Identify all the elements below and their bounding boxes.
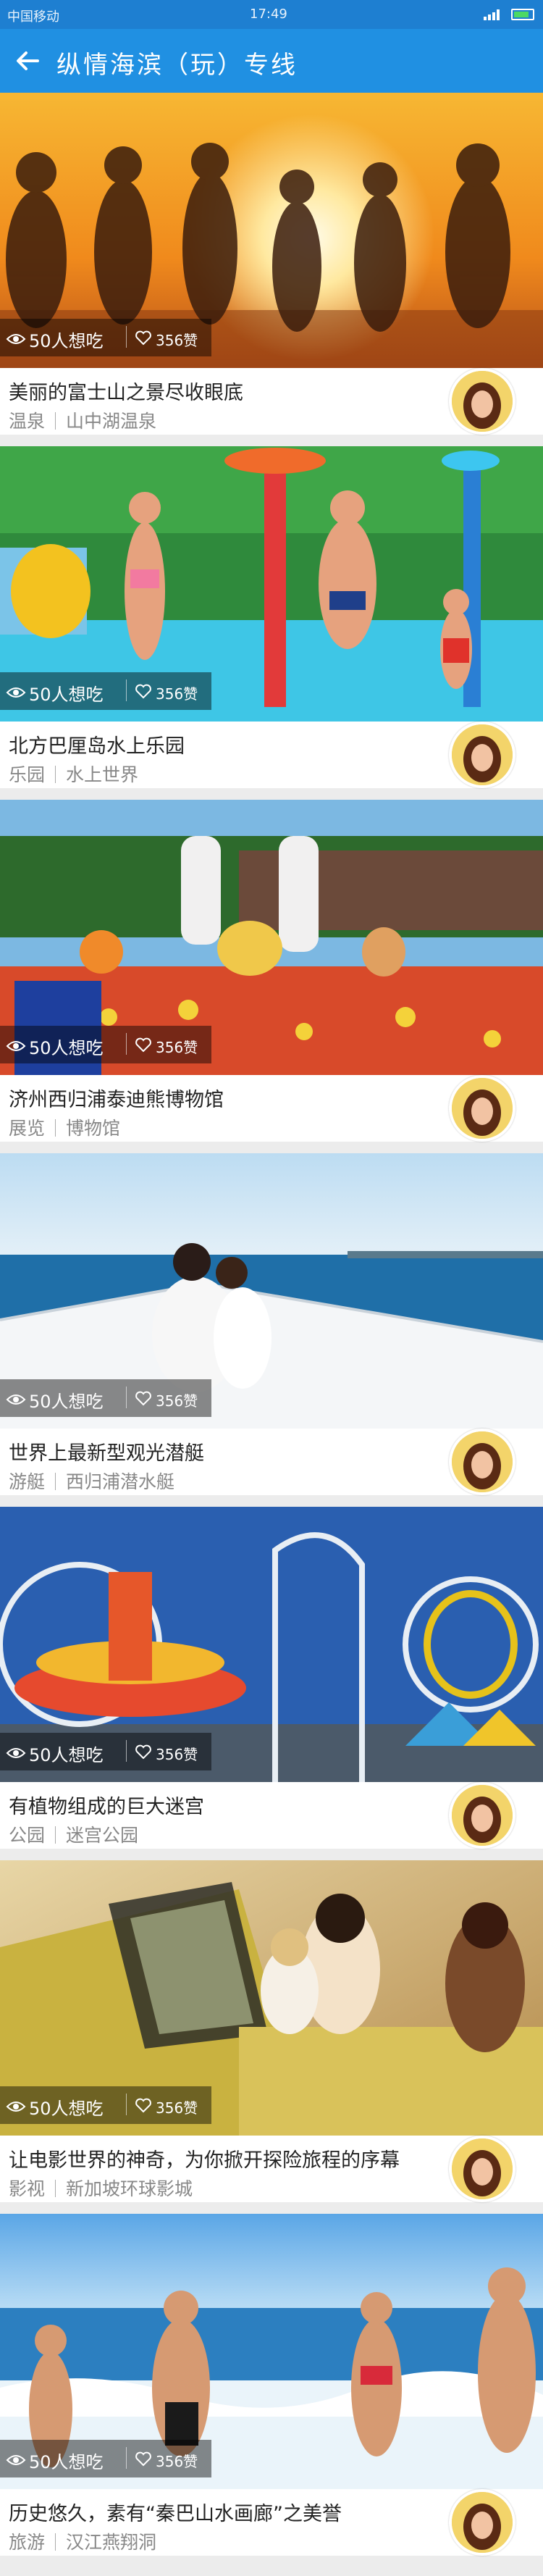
category-label: 温泉 (9, 411, 46, 432)
heart-icon[interactable] (135, 2451, 152, 2467)
card-stats: 50人想吃 356赞 (0, 1026, 211, 1063)
avatar[interactable] (449, 2136, 515, 2202)
list-item[interactable]: 50人想吃 356赞 北方巴厘岛水上乐园 乐园 水上世界 (0, 446, 543, 788)
card-title: 历史悠久，素有“秦巴山水画廊”之美誉 (9, 2503, 342, 2525)
like-count: 356赞 (156, 2099, 198, 2117)
eye-icon (6, 2451, 26, 2466)
like-count: 356赞 (156, 2453, 198, 2470)
eye-icon (6, 1744, 26, 1759)
avatar[interactable] (449, 1429, 515, 1495)
card-title: 济州西归浦泰迪熊博物馆 (9, 1089, 224, 1111)
card-title: 世界上最新型观光潜艇 (9, 1442, 204, 1465)
eye-icon (6, 684, 26, 698)
place-label: 西归浦潜水艇 (66, 1471, 175, 1492)
want-count: 50人想吃 (29, 2452, 104, 2472)
card-category: 公园 迷宫公园 (9, 1821, 138, 1847)
like-count: 356赞 (156, 1392, 198, 1410)
card-category: 展览 博物馆 (9, 1114, 120, 1140)
eye-icon (6, 2098, 26, 2112)
card-title: 美丽的富士山之景尽收眼底 (9, 382, 243, 404)
want-count: 50人想吃 (29, 2099, 104, 2119)
like-count: 356赞 (156, 332, 198, 349)
card-stats: 50人想吃 356赞 (0, 1379, 211, 1417)
eye-icon (6, 1037, 26, 1052)
heart-icon[interactable] (135, 330, 152, 346)
avatar[interactable] (449, 1075, 515, 1142)
avatar[interactable] (449, 368, 515, 435)
place-label: 新加坡环球影城 (66, 2178, 193, 2199)
heart-icon[interactable] (135, 1390, 152, 1406)
nav-bar: 纵情海滨（玩）专线 (0, 29, 543, 93)
card-title: 有植物组成的巨大迷宫 (9, 1796, 204, 1818)
card-category: 旅游 汉江燕翔洞 (9, 2528, 156, 2554)
category-label: 影视 (9, 2178, 46, 2199)
place-label: 山中湖温泉 (66, 411, 157, 432)
place-label: 博物馆 (66, 1118, 121, 1139)
list-item[interactable]: 50人想吃 356赞 美丽的富士山之景尽收眼底 温泉 山中湖温泉 (0, 93, 543, 435)
list-item[interactable]: 50人想吃 356赞 历史悠久，素有“秦巴山水画廊”之美誉 旅游 汉江燕翔洞 (0, 2214, 543, 2556)
list-item[interactable]: 50人想吃 356赞 世界上最新型观光潜艇 游艇 西归浦潜水艇 (0, 1153, 543, 1495)
avatar[interactable] (449, 1782, 515, 1849)
card-category: 影视 新加坡环球影城 (9, 2175, 193, 2201)
status-bar: 中国移动 17:49 (0, 0, 543, 29)
eye-icon (6, 1391, 26, 1405)
avatar[interactable] (449, 722, 515, 788)
want-count: 50人想吃 (29, 331, 104, 351)
heart-icon[interactable] (135, 1744, 152, 1760)
place-label: 迷宫公园 (66, 1825, 139, 1846)
card-title: 让电影世界的神奇，为你掀开探险旅程的序幕 (9, 2149, 400, 2172)
list-item[interactable]: 50人想吃 356赞 让电影世界的神奇，为你掀开探险旅程的序幕 影视 新加坡环球影… (0, 1860, 543, 2202)
want-count: 50人想吃 (29, 685, 104, 705)
category-label: 旅游 (9, 2532, 46, 2553)
like-count: 356赞 (156, 1746, 198, 1763)
signal-icon (484, 9, 502, 20)
arrow-left-icon[interactable] (12, 45, 43, 77)
want-count: 50人想吃 (29, 1745, 104, 1765)
page-title: 纵情海滨（玩）专线 (56, 51, 298, 80)
heart-icon[interactable] (135, 683, 152, 699)
place-label: 水上世界 (66, 764, 139, 785)
card-category: 乐园 水上世界 (9, 761, 138, 787)
category-label: 乐园 (9, 764, 46, 785)
battery-icon (511, 9, 534, 20)
place-label: 汉江燕翔洞 (66, 2532, 157, 2553)
list-item[interactable]: 50人想吃 356赞 有植物组成的巨大迷宫 公园 迷宫公园 (0, 1507, 543, 1849)
card-stats: 50人想吃 356赞 (0, 2086, 211, 2124)
card-title: 北方巴厘岛水上乐园 (9, 735, 185, 758)
card-stats: 50人想吃 356赞 (0, 672, 211, 710)
eye-icon (6, 330, 26, 345)
carrier-label: 中国移动 (7, 9, 59, 25)
card-category: 游艇 西归浦潜水艇 (9, 1468, 174, 1494)
category-label: 展览 (9, 1118, 46, 1139)
category-label: 公园 (9, 1825, 46, 1846)
want-count: 50人想吃 (29, 1392, 104, 1412)
card-stats: 50人想吃 356赞 (0, 319, 211, 356)
heart-icon[interactable] (135, 1037, 152, 1053)
card-category: 温泉 山中湖温泉 (9, 407, 156, 433)
avatar[interactable] (449, 2489, 515, 2556)
card-stats: 50人想吃 356赞 (0, 1733, 211, 1770)
like-count: 356赞 (156, 1039, 198, 1056)
list-item[interactable]: 50人想吃 356赞 济州西归浦泰迪熊博物馆 展览 博物馆 (0, 800, 543, 1142)
card-stats: 50人想吃 356赞 (0, 2440, 211, 2477)
want-count: 50人想吃 (29, 1038, 104, 1058)
category-label: 游艇 (9, 1471, 46, 1492)
clock: 17:49 (250, 7, 287, 22)
like-count: 356赞 (156, 685, 198, 703)
heart-icon[interactable] (135, 2097, 152, 2113)
